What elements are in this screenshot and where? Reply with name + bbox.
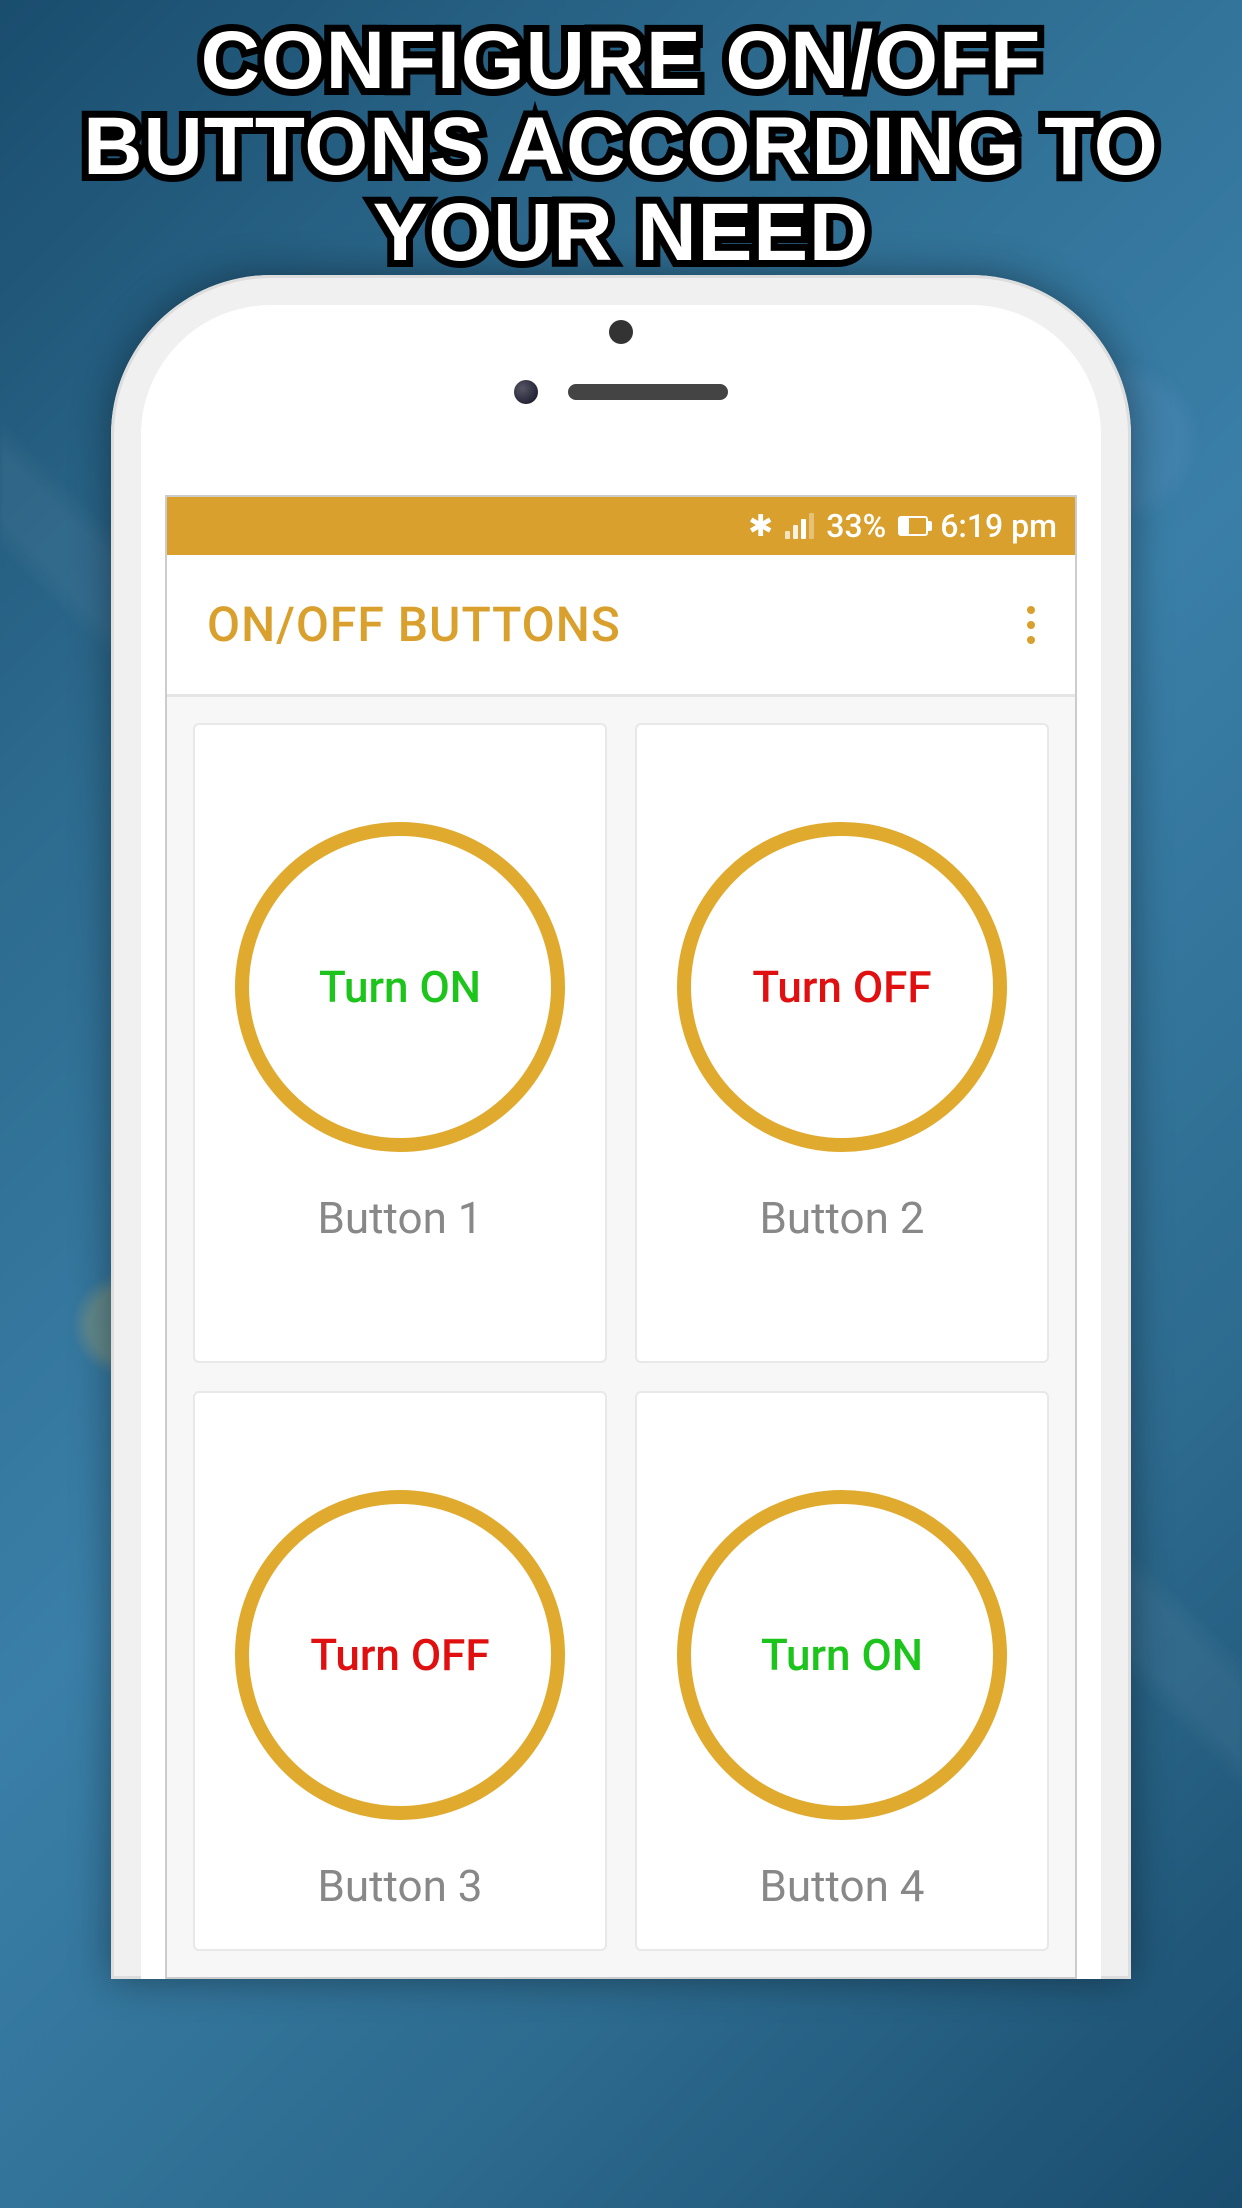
- button-label: Button 1: [317, 1192, 482, 1244]
- speaker-icon: [568, 384, 728, 400]
- dot-icon: [1027, 606, 1035, 614]
- camera-icon: [609, 320, 633, 344]
- bluetooth-icon: ✱: [748, 509, 773, 544]
- status-icons: ✱ 33% 6:19 pm: [748, 507, 1057, 545]
- page-title: ON/OFF BUTTONS: [207, 596, 621, 653]
- button-card-4: Turn ON Button 4: [635, 1391, 1049, 1951]
- phone-hardware-top: [141, 415, 1101, 495]
- button-label: Button 3: [317, 1860, 482, 1912]
- phone-inner: ✱ 33% 6:19 pm ON/OFF BUTTONS: [141, 305, 1101, 1979]
- toggle-button-2[interactable]: Turn OFF: [677, 822, 1007, 1152]
- buttons-grid: Turn ON Button 1 Turn OFF Button 2 Turn …: [167, 697, 1075, 1977]
- toggle-button-3[interactable]: Turn OFF: [235, 1490, 565, 1820]
- button-card-3: Turn OFF Button 3: [193, 1391, 607, 1951]
- overflow-menu-button[interactable]: [1017, 596, 1045, 654]
- toggle-button-1[interactable]: Turn ON: [235, 822, 565, 1152]
- signal-icon: [785, 513, 814, 539]
- toggle-button-4[interactable]: Turn ON: [677, 1490, 1007, 1820]
- status-bar: ✱ 33% 6:19 pm: [167, 497, 1075, 555]
- battery-icon: [898, 516, 928, 536]
- clock-time: 6:19 pm: [940, 507, 1057, 545]
- dot-icon: [1027, 621, 1035, 629]
- button-card-2: Turn OFF Button 2: [635, 723, 1049, 1363]
- phone-frame: ✱ 33% 6:19 pm ON/OFF BUTTONS: [111, 275, 1131, 1979]
- sensor-row: [514, 380, 728, 404]
- screen: ✱ 33% 6:19 pm ON/OFF BUTTONS: [165, 495, 1077, 1979]
- dot-icon: [1027, 636, 1035, 644]
- button-card-1: Turn ON Button 1: [193, 723, 607, 1363]
- promo-headline: CONFIGURE ON/OFF BUTTONS ACCORDING TO YO…: [0, 0, 1242, 276]
- app-bar: ON/OFF BUTTONS: [167, 555, 1075, 697]
- button-label: Button 4: [759, 1860, 924, 1912]
- sensor-icon: [514, 380, 538, 404]
- battery-pct: 33%: [826, 507, 886, 545]
- button-label: Button 2: [759, 1192, 924, 1244]
